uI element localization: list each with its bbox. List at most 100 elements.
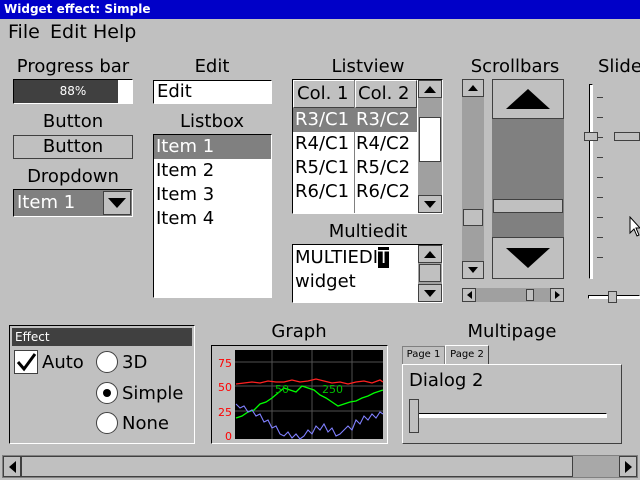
- listview-row[interactable]: R5/C1 R5/C2: [293, 156, 417, 180]
- listview-cell: R4/C1: [295, 133, 350, 154]
- listbox[interactable]: Item 1 Item 2 Item 3 Item 4: [153, 134, 272, 298]
- horizontal-slider-thumb[interactable]: [608, 291, 617, 303]
- arrow-down-icon: [424, 200, 436, 208]
- button-label: Button: [42, 111, 104, 132]
- horizontal-scrollbar-small[interactable]: [462, 288, 564, 302]
- main-hscroll-right-button[interactable]: [619, 456, 637, 477]
- auto-checkbox-label: Auto: [42, 352, 84, 373]
- effect-frame-title: Effect: [12, 328, 192, 346]
- listview-scroll-thumb[interactable]: [419, 117, 441, 162]
- graph-annotation-50: 50: [275, 383, 289, 396]
- listview-cell: R5/C2: [356, 157, 411, 178]
- vscroll-down-button[interactable]: [462, 261, 484, 279]
- radio-3d[interactable]: [96, 351, 118, 373]
- listview-col-divider: [354, 80, 355, 213]
- graph-y-tick-75: 75: [218, 357, 232, 370]
- listview-header-col1[interactable]: Col. 1: [293, 80, 355, 108]
- main-horizontal-scrollbar[interactable]: [2, 455, 638, 478]
- vertical-scrollbar-large[interactable]: [492, 79, 564, 279]
- graph-y-tick-25: 25: [218, 406, 232, 419]
- listview-scrollbar[interactable]: [418, 80, 442, 213]
- listbox-item[interactable]: Item 2: [154, 159, 271, 183]
- main-hscroll-thumb[interactable]: [21, 456, 573, 477]
- menu-file[interactable]: File: [8, 19, 40, 46]
- listview-cell: R4/C2: [356, 133, 411, 154]
- dropdown-toggle[interactable]: [103, 191, 131, 215]
- dialog-title: Dialog 2: [409, 370, 484, 391]
- multiedit-line2: widget: [295, 271, 356, 292]
- graph-y-tick-0: 0: [225, 430, 232, 443]
- graph: 75 50 25 0 50 250: [211, 345, 388, 444]
- arrow-up-icon: [506, 89, 550, 109]
- menu-bar: File Edit Help: [0, 19, 640, 46]
- dropdown[interactable]: Item 1: [13, 189, 133, 217]
- multiedit-scroll-up[interactable]: [418, 245, 442, 263]
- edit-field[interactable]: Edit: [153, 80, 272, 104]
- radio-simple[interactable]: [96, 382, 118, 404]
- effect-frame: Effect Auto 3D Simple None: [9, 325, 195, 444]
- dialog-slider-track: [411, 413, 607, 418]
- slider-tick: [597, 217, 603, 218]
- progress-value: 88%: [59, 84, 87, 98]
- arrow-up-icon: [468, 85, 478, 91]
- listview-row[interactable]: R3/C1 R3/C2: [293, 108, 417, 132]
- dropdown-label: Dropdown: [27, 166, 119, 187]
- vertical-slider-2-thumb[interactable]: [614, 132, 640, 141]
- listview-row[interactable]: R4/C1 R4/C2: [293, 132, 417, 156]
- main-hscroll-left-button[interactable]: [3, 456, 21, 477]
- multiedit-scroll-thumb[interactable]: [419, 264, 441, 282]
- listview-row[interactable]: R6/C1 R6/C2: [293, 180, 417, 204]
- slider-tick: [597, 237, 603, 238]
- vscroll-large-down-button[interactable]: [492, 237, 564, 279]
- multiedit[interactable]: MULTIEDIT widget: [292, 244, 443, 303]
- listview[interactable]: Col. 1 Col. 2 R3/C1 R3/C2 R4/C1 R4/C2 R5…: [292, 79, 443, 214]
- arrow-right-icon: [624, 460, 632, 473]
- tab-page-2[interactable]: Page 2: [445, 345, 489, 365]
- listview-scroll-up[interactable]: [418, 80, 442, 98]
- listview-scroll-down[interactable]: [418, 195, 442, 213]
- arrow-up-icon: [424, 250, 436, 258]
- vertical-slider-thumb[interactable]: [584, 132, 598, 141]
- tab-page-1[interactable]: Page 1: [402, 346, 445, 364]
- radio-none-label: None: [122, 413, 169, 434]
- radio-none[interactable]: [96, 412, 118, 434]
- listbox-item[interactable]: Item 1: [154, 135, 271, 159]
- slider-tick: [597, 257, 603, 258]
- hscroll-thumb[interactable]: [526, 289, 534, 301]
- multipage-label: Multipage: [467, 321, 557, 342]
- listview-header-col2[interactable]: Col. 2: [355, 80, 417, 108]
- auto-checkbox[interactable]: [14, 350, 38, 374]
- vscroll-large-up-button[interactable]: [492, 79, 564, 119]
- chevron-down-icon: [108, 198, 126, 208]
- vertical-slider[interactable]: [580, 82, 620, 282]
- arrow-down-icon: [468, 267, 478, 273]
- hscroll-right-button[interactable]: [550, 288, 564, 302]
- multiedit-scroll-down[interactable]: [418, 284, 442, 302]
- menu-help[interactable]: Help: [93, 19, 136, 46]
- slider-tick: [597, 157, 603, 158]
- multiedit-scrollbar[interactable]: [418, 245, 442, 302]
- listview-cell: R5/C1: [295, 157, 350, 178]
- window-title-bar: Widget effect: Simple: [0, 0, 640, 19]
- listview-cell: R6/C2: [356, 181, 411, 202]
- arrow-left-icon: [466, 291, 472, 299]
- arrow-down-icon: [506, 248, 550, 268]
- listbox-item[interactable]: Item 4: [154, 207, 271, 231]
- dialog-slider-thumb[interactable]: [409, 399, 419, 433]
- listbox-label: Listbox: [179, 111, 244, 132]
- vscroll-large-thumb[interactable]: [493, 199, 563, 213]
- hscroll-left-button[interactable]: [462, 288, 476, 302]
- edit-label: Edit: [194, 56, 230, 77]
- menu-edit[interactable]: Edit: [50, 19, 87, 46]
- vscroll-up-button[interactable]: [462, 79, 484, 97]
- graph-y-tick-50: 50: [218, 381, 232, 394]
- listbox-item[interactable]: Item 3: [154, 183, 271, 207]
- vscroll-thumb[interactable]: [463, 209, 483, 226]
- horizontal-slider[interactable]: [588, 290, 640, 304]
- mouse-cursor-icon: [629, 216, 640, 237]
- demo-button[interactable]: Button: [13, 135, 133, 159]
- vertical-scrollbar-small[interactable]: [462, 79, 484, 279]
- listview-label: Listview: [331, 56, 405, 77]
- multipage-panel: Dialog 2: [402, 364, 622, 444]
- progress-label: Progress bar: [16, 56, 130, 77]
